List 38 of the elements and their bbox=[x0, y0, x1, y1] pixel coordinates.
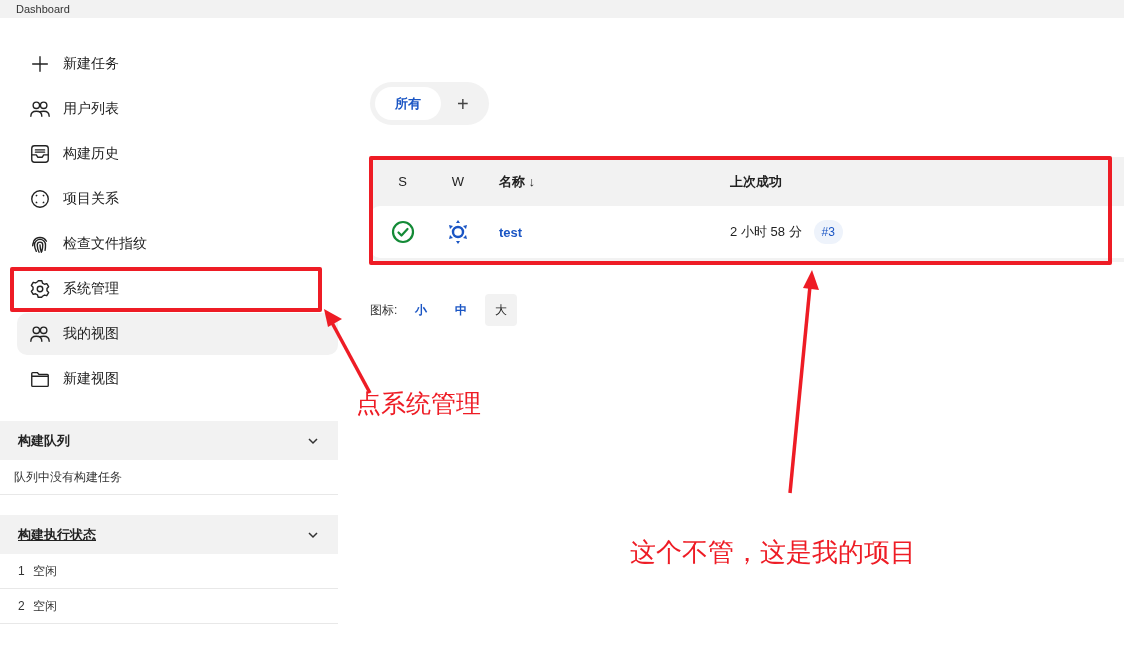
sidebar-item[interactable]: 构建历史 bbox=[17, 136, 315, 171]
section-header[interactable]: 构建执行状态 bbox=[0, 515, 338, 554]
breadcrumb-link[interactable]: Dashboard bbox=[16, 4, 70, 15]
column-header: 上次成功 bbox=[730, 172, 782, 191]
icon-size-label: 图标: bbox=[370, 302, 398, 319]
annotation-text: 这个不管，这是我的项目 bbox=[630, 536, 916, 569]
last-success-time: 2 小时 58 分 bbox=[730, 223, 802, 242]
executor-number: 1 bbox=[18, 563, 25, 580]
inbox-icon bbox=[29, 142, 51, 165]
sidebar-item[interactable]: 新建任务 bbox=[17, 46, 315, 81]
relation-icon bbox=[29, 187, 51, 210]
sidebar-item[interactable]: 新建视图 bbox=[17, 361, 315, 396]
section-title: 构建队列 bbox=[18, 431, 70, 450]
column-header[interactable]: 名称 ↓ bbox=[481, 171, 730, 192]
executor-status: 空闲 bbox=[32, 598, 57, 615]
build-link[interactable]: #3 bbox=[813, 220, 843, 244]
success-check-icon bbox=[390, 220, 415, 244]
column-header: W bbox=[450, 172, 466, 191]
executor-status: 空闲 bbox=[32, 563, 57, 580]
add-tab-button[interactable]: + bbox=[457, 93, 469, 114]
sidebar-item[interactable]: 项目关系 bbox=[17, 181, 315, 216]
icon-size-option[interactable]: 中 bbox=[445, 294, 478, 326]
executor-number: 2 bbox=[18, 598, 25, 615]
sidebar-item[interactable]: 用户列表 bbox=[17, 91, 315, 126]
queue-message: 队列中没有构建任务 bbox=[14, 469, 122, 486]
icon-size-option[interactable]: 大 bbox=[485, 294, 518, 326]
view-tab[interactable]: 所有 bbox=[375, 87, 441, 120]
icon-size-option[interactable]: 小 bbox=[405, 294, 438, 326]
sidebar-item[interactable]: 我的视图 bbox=[17, 312, 338, 355]
sun-icon bbox=[446, 220, 470, 244]
sidebar-item[interactable]: 检查文件指纹 bbox=[17, 226, 315, 261]
job-link[interactable]: test bbox=[499, 225, 523, 240]
section-title-link[interactable]: 构建执行状态 bbox=[18, 524, 96, 545]
sidebar-item[interactable]: 系统管理 bbox=[17, 271, 315, 306]
column-header: S bbox=[397, 172, 408, 191]
settings-icon bbox=[29, 277, 51, 300]
annotation-text: 点系统管理 bbox=[356, 388, 481, 419]
section-header[interactable]: 构建队列 bbox=[0, 421, 338, 460]
